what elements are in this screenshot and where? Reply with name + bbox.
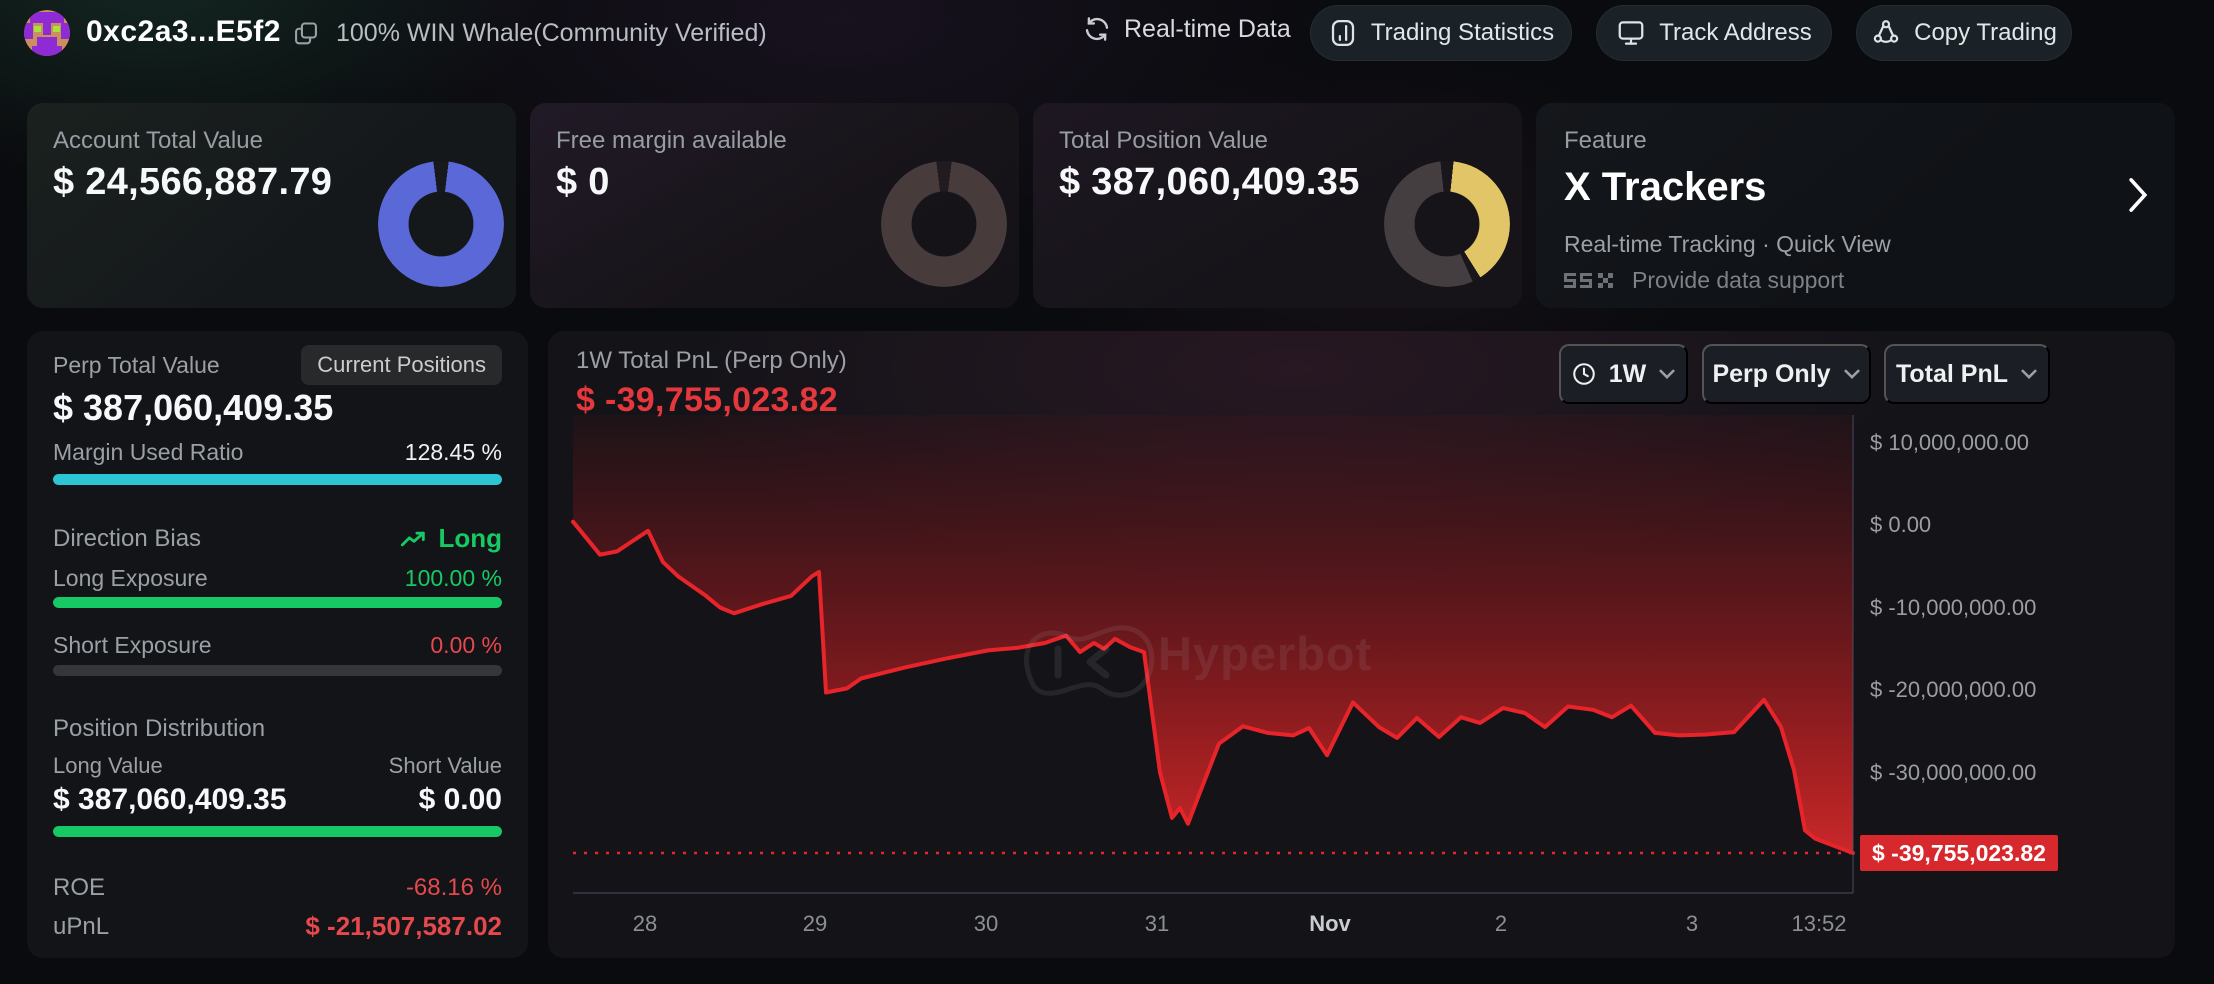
feature-support-row: Provide data support (1564, 267, 1844, 294)
position-distribution-label: Position Distribution (53, 715, 265, 743)
chevron-right-icon (2127, 175, 2149, 215)
x-tick-label: 31 (1097, 911, 1217, 937)
margin-used-bar (53, 474, 502, 485)
x-tick-label: 29 (755, 911, 875, 937)
chart-title: 1W Total PnL (Perp Only) (576, 347, 847, 375)
feature-label: Feature (1564, 127, 1647, 155)
card-title: Total Position Value (1059, 127, 1268, 155)
x-tick-label: 2 (1441, 911, 1561, 937)
y-tick-label: $ -20,000,000.00 (1870, 677, 2036, 703)
position-donut-chart (1384, 161, 1510, 287)
network-icon (1871, 18, 1901, 48)
refresh-icon (1082, 14, 1112, 44)
x-tick-label: 13:52 (1759, 911, 1879, 937)
timeframe-dropdown[interactable]: 1W (1559, 344, 1688, 404)
chevron-down-icon (2020, 368, 2038, 380)
margin-used-value: 128.45 % (405, 439, 502, 466)
verified-badge-text: 100% WIN Whale(Community Verified) (336, 19, 767, 48)
wallet-address: 0xc2a3...E5f2 (86, 15, 281, 49)
copy-address-icon[interactable] (292, 20, 320, 48)
clock-icon (1571, 361, 1597, 387)
long-exposure-bar (53, 597, 502, 608)
margin-used-label: Margin Used Ratio (53, 439, 243, 466)
realtime-data[interactable]: Real-time Data (1082, 14, 1291, 44)
upnl-label: uPnL (53, 913, 109, 941)
hyperbot-watermark-text: Hyperbot (1158, 626, 1372, 681)
long-value-label: Long Value (53, 753, 163, 779)
distribution-bar (53, 826, 502, 837)
current-positions-button[interactable]: Current Positions (301, 345, 502, 385)
short-exposure-bar (53, 665, 502, 676)
free-margin-donut-chart (881, 161, 1007, 287)
long-exposure-label: Long Exposure (53, 565, 208, 592)
account-total-value: $ 24,566,887.79 (53, 161, 332, 204)
direction-bias-label: Direction Bias (53, 525, 201, 553)
pnl-chart-card: Hyperbot 1W Total PnL (Perp Only) $ -39,… (548, 331, 2175, 958)
feature-x-trackers-card[interactable]: Feature X Trackers Real-time Tracking · … (1536, 103, 2175, 308)
upnl-value: $ -21,507,587.02 (305, 911, 502, 942)
last-value-badge: $ -39,755,023.82 (1860, 835, 2058, 871)
feature-title: X Trackers (1564, 165, 1766, 210)
feature-subtitle: Real-time Tracking · Quick View (1564, 231, 1891, 258)
y-tick-label: $ 10,000,000.00 (1870, 430, 2029, 456)
monitor-icon (1616, 18, 1646, 48)
x-tick-label: 28 (585, 911, 705, 937)
chevron-down-icon (1843, 368, 1861, 380)
short-value-amount: $ 0.00 (419, 783, 502, 817)
y-tick-label: $ -10,000,000.00 (1870, 595, 2036, 621)
short-exposure-value: 0.00 % (430, 632, 502, 659)
long-exposure-value: 100.00 % (405, 565, 502, 592)
avatar (24, 10, 70, 56)
hyperbot-logo-watermark (1006, 599, 1166, 719)
x-tick-label: 3 (1632, 911, 1752, 937)
trading-statistics-button[interactable]: Trading Statistics (1310, 5, 1572, 61)
short-value-label: Short Value (389, 753, 502, 779)
card-title: Free margin available (556, 127, 787, 155)
trend-up-icon (400, 528, 428, 550)
header: 0xc2a3...E5f2 100% WIN Whale(Community V… (0, 0, 2214, 66)
perp-total-value-panel: Perp Total Value Current Positions $ 387… (27, 331, 528, 958)
roe-value: -68.16 % (406, 874, 502, 902)
account-donut-chart (378, 161, 504, 287)
x-tick-label: Nov (1270, 911, 1390, 937)
total-position-value-card: Total Position Value $ 387,060,409.35 Le… (1033, 103, 1522, 308)
panel-title: Perp Total Value (53, 352, 220, 379)
roe-label: ROE (53, 874, 105, 902)
direction-bias-value: Long (400, 523, 502, 554)
x-tick-label: 30 (926, 911, 1046, 937)
chevron-down-icon (1658, 368, 1676, 380)
track-address-button[interactable]: Track Address (1596, 5, 1832, 61)
long-value-amount: $ 387,060,409.35 (53, 783, 287, 817)
chart-current-value: $ -39,755,023.82 (576, 381, 838, 420)
card-title: Account Total Value (53, 127, 263, 155)
bar-chart-icon (1328, 18, 1358, 48)
metric-dropdown[interactable]: Total PnL (1884, 344, 2050, 404)
pixel-logo-icon (1564, 269, 1618, 293)
whale-dashboard: 0xc2a3...E5f2 100% WIN Whale(Community V… (0, 0, 2214, 984)
y-tick-label: $ 0.00 (1870, 512, 1931, 538)
perp-total-value: $ 387,060,409.35 (53, 387, 333, 429)
support-text: Provide data support (1632, 267, 1844, 294)
y-tick-label: $ -30,000,000.00 (1870, 760, 2036, 786)
free-margin-value: $ 0 (556, 161, 610, 204)
free-margin-card: Free margin available $ 0 Withdrawable 0… (530, 103, 1019, 308)
copy-trading-button[interactable]: Copy Trading (1856, 5, 2072, 61)
market-dropdown[interactable]: Perp Only (1702, 344, 1871, 404)
account-total-value-card: Account Total Value $ 24,566,887.79 Perp… (27, 103, 516, 308)
total-position-value: $ 387,060,409.35 (1059, 161, 1360, 204)
short-exposure-label: Short Exposure (53, 632, 212, 659)
